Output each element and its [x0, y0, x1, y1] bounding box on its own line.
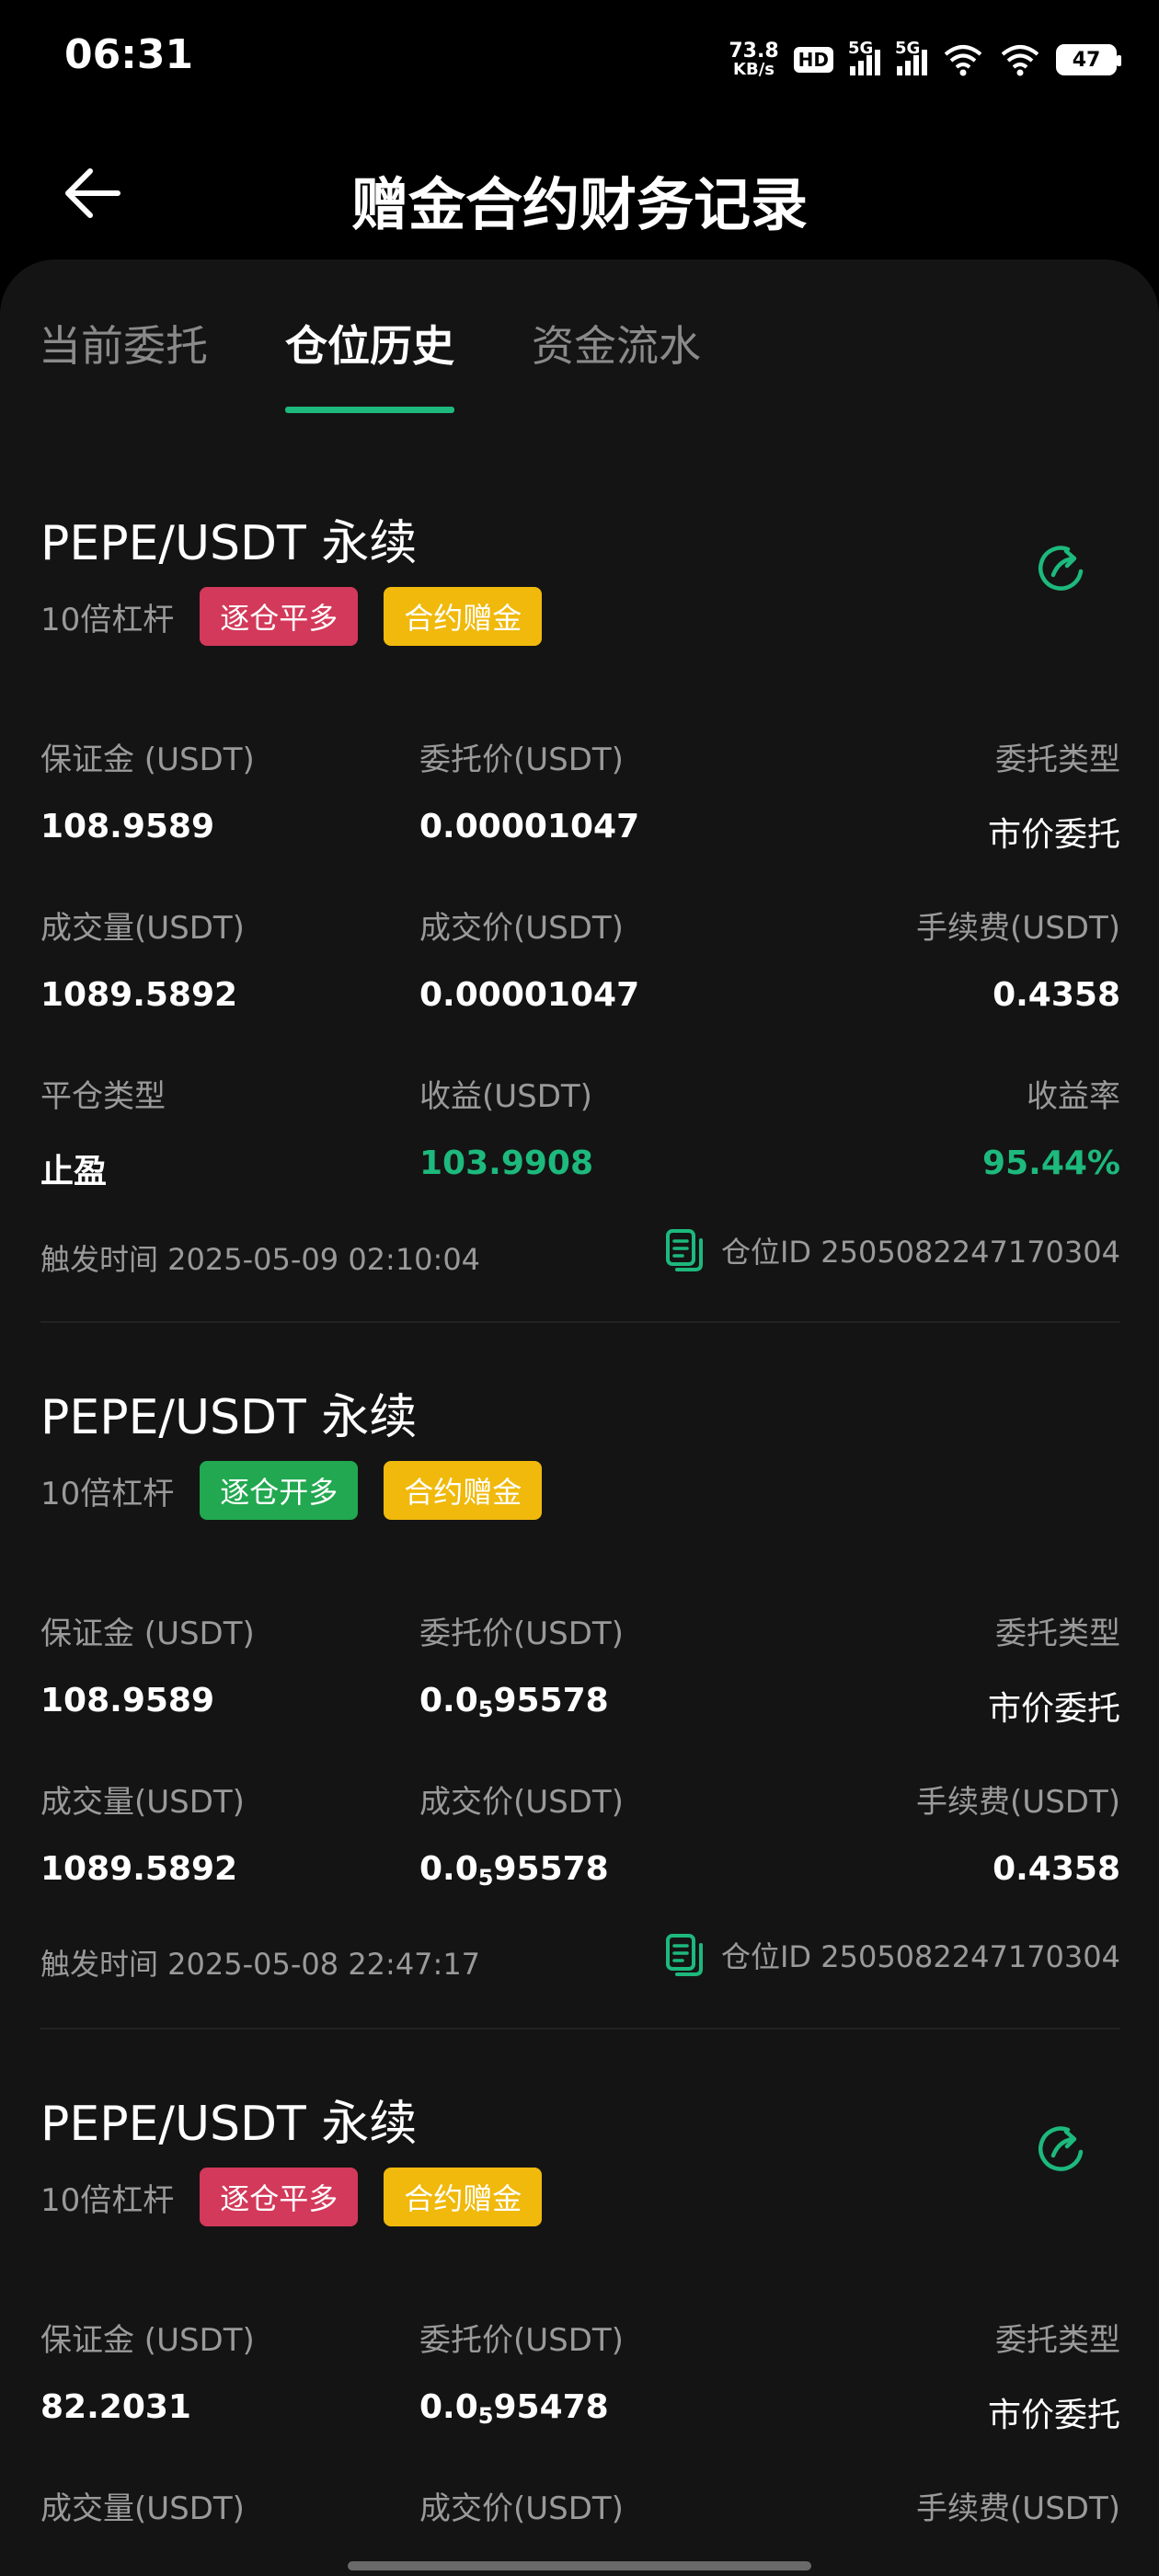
fee-value: 0.4358: [993, 976, 1120, 1014]
fill-price-label: 成交价(USDT): [419, 1784, 624, 1821]
bonus-tag: 合约赠金: [384, 587, 543, 646]
tab-fund-flow[interactable]: 资金流水: [532, 313, 701, 374]
trigger-time: 触发时间 2025-05-09 02:10:04: [40, 1242, 481, 1277]
network-speed: 73.8 KB/s: [729, 41, 778, 78]
close-type-label: 平仓类型: [40, 1078, 166, 1115]
position-id[interactable]: 仓位ID 2505082247170304: [664, 1932, 1120, 1978]
status-bar: 06:31 73.8 KB/s HD 5G 5G 47: [0, 0, 1159, 120]
pair-title: PEPE/USDT 永续: [40, 1390, 418, 1445]
margin-value: 108.9589: [40, 808, 215, 845]
margin-label: 保证金 (USDT): [40, 2322, 255, 2359]
fill-price-value: 0.0595578: [419, 1850, 609, 1891]
order-type-label: 委托类型: [995, 1616, 1120, 1652]
wifi-icon: [1001, 45, 1039, 76]
position-id-text: 仓位ID 2505082247170304: [720, 1939, 1120, 1974]
position-card-2-details: 保证金 (USDT) 委托价(USDT) 委托类型 108.9589 0.059…: [40, 1608, 1120, 1982]
side-tag: 逐仓开多: [200, 1461, 359, 1520]
margin-label: 保证金 (USDT): [40, 742, 255, 778]
close-type-value: 止盈: [40, 1153, 108, 1190]
page-title: 赠金合约财务记录: [350, 171, 808, 238]
pnl-value: 103.9908: [419, 1144, 594, 1182]
pair-title: PEPE/USDT 永续: [40, 516, 418, 571]
fill-price-label: 成交价(USDT): [419, 2490, 624, 2527]
app-header: 赠金合约财务记录: [0, 120, 1159, 258]
hd-voice-icon: HD: [793, 47, 833, 73]
sim2-label: 5G: [895, 39, 921, 58]
fill-price-value: 0.00001047: [419, 976, 640, 1014]
trigger-time: 触发时间 2025-05-08 22:47:17: [40, 1947, 481, 1982]
order-type-value: 市价委托: [987, 816, 1120, 854]
tab-position-history[interactable]: 仓位历史: [285, 313, 454, 374]
order-type-label: 委托类型: [995, 742, 1120, 778]
position-card-3-details: 保证金 (USDT) 委托价(USDT) 委托类型 82.2031 0.0595…: [40, 2315, 1120, 2576]
home-indicator[interactable]: [348, 2561, 811, 2570]
position-card-3[interactable]: PEPE/USDT 永续 10倍杠杆 逐仓平多 合约赠金: [40, 2085, 1120, 2226]
fee-label: 手续费(USDT): [916, 2490, 1120, 2527]
order-price-value: 0.0595578: [419, 1682, 609, 1722]
position-id[interactable]: 仓位ID 2505082247170304: [664, 1227, 1120, 1273]
order-price-value: 0.0595478: [419, 2388, 609, 2429]
copy-icon: [665, 1934, 703, 1976]
side-tag: 逐仓平多: [200, 2168, 359, 2226]
volume-label: 成交量(USDT): [40, 910, 245, 947]
order-price-label: 委托价(USDT): [419, 2322, 624, 2359]
share-button[interactable]: [1025, 532, 1098, 605]
network-speed-value: 73.8: [729, 40, 779, 63]
position-card-2[interactable]: PEPE/USDT 永续 10倍杠杆 逐仓开多 合约赠金: [40, 1378, 1120, 1520]
order-price-label: 委托价(USDT): [419, 742, 624, 778]
pair-title: PEPE/USDT 永续: [40, 2097, 418, 2152]
pnl-rate-value: 95.44%: [982, 1144, 1120, 1182]
pnl-rate-label: 收益率: [1027, 1078, 1120, 1115]
position-card-1-details: 保证金 (USDT) 委托价(USDT) 委托类型 108.9589 0.000…: [40, 734, 1120, 1378]
bonus-tag: 合约赠金: [384, 1461, 543, 1520]
volume-label: 成交量(USDT): [40, 2490, 245, 2527]
bonus-tag: 合约赠金: [384, 2168, 543, 2226]
margin-value: 108.9589: [40, 1682, 215, 1719]
tags-row: 10倍杠杆 逐仓平多 合约赠金: [40, 587, 543, 646]
fee-label: 手续费(USDT): [916, 910, 1120, 947]
tab-active-indicator: [285, 407, 454, 413]
fee-value: 0.4358: [993, 1850, 1120, 1888]
tab-current-orders[interactable]: 当前委托: [39, 313, 208, 374]
position-card-1[interactable]: PEPE/USDT 永续 10倍杠杆 逐仓平多 合约赠金: [40, 504, 1120, 646]
volume-value: 1089.5892: [40, 976, 238, 1014]
sim1-label: 5G: [848, 39, 874, 58]
pnl-label: 收益(USDT): [419, 1078, 592, 1115]
wifi-calling-icon: [944, 45, 982, 76]
tags-row: 10倍杠杆 逐仓平多 合约赠金: [40, 2168, 543, 2226]
share-icon: [1039, 2126, 1084, 2171]
order-type-label: 委托类型: [995, 2322, 1120, 2359]
volume-value: 1089.5892: [40, 1850, 238, 1888]
leverage-label: 10倍杠杆: [40, 1475, 175, 1512]
tags-row: 10倍杠杆 逐仓开多 合约赠金: [40, 1461, 543, 1520]
leverage-label: 10倍杠杆: [40, 601, 175, 638]
margin-value: 82.2031: [40, 2388, 191, 2426]
leverage-label: 10倍杠杆: [40, 2181, 175, 2219]
content-sheet: 当前委托 仓位历史 资金流水 PEPE/USDT 永续 10倍杠杆 逐仓平多 合…: [0, 259, 1159, 2576]
order-price-value: 0.00001047: [419, 808, 640, 845]
card-divider: [40, 1321, 1120, 1323]
status-icons: 73.8 KB/s HD 5G 5G 47: [729, 37, 1121, 83]
order-type-value: 市价委托: [987, 2397, 1120, 2434]
card-divider: [40, 2028, 1120, 2030]
volume-label: 成交量(USDT): [40, 1784, 245, 1821]
share-button[interactable]: [1025, 2112, 1098, 2186]
status-time: 06:31: [64, 31, 194, 78]
margin-label: 保证金 (USDT): [40, 1616, 255, 1652]
order-price-label: 委托价(USDT): [419, 1616, 624, 1652]
network-speed-unit: KB/s: [733, 60, 775, 79]
signal-5g-icon-2: 5G: [895, 39, 927, 75]
fee-label: 手续费(USDT): [916, 1784, 1120, 1821]
fill-price-label: 成交价(USDT): [419, 910, 624, 947]
signal-5g-icon-1: 5G: [848, 39, 880, 75]
copy-icon: [665, 1229, 703, 1271]
order-type-value: 市价委托: [987, 1690, 1120, 1728]
share-icon: [1039, 546, 1084, 591]
tab-bar: 当前委托 仓位历史 资金流水: [0, 259, 1159, 416]
position-id-text: 仓位ID 2505082247170304: [720, 1235, 1120, 1270]
side-tag: 逐仓平多: [200, 587, 359, 646]
battery-icon: 47: [1056, 44, 1121, 75]
